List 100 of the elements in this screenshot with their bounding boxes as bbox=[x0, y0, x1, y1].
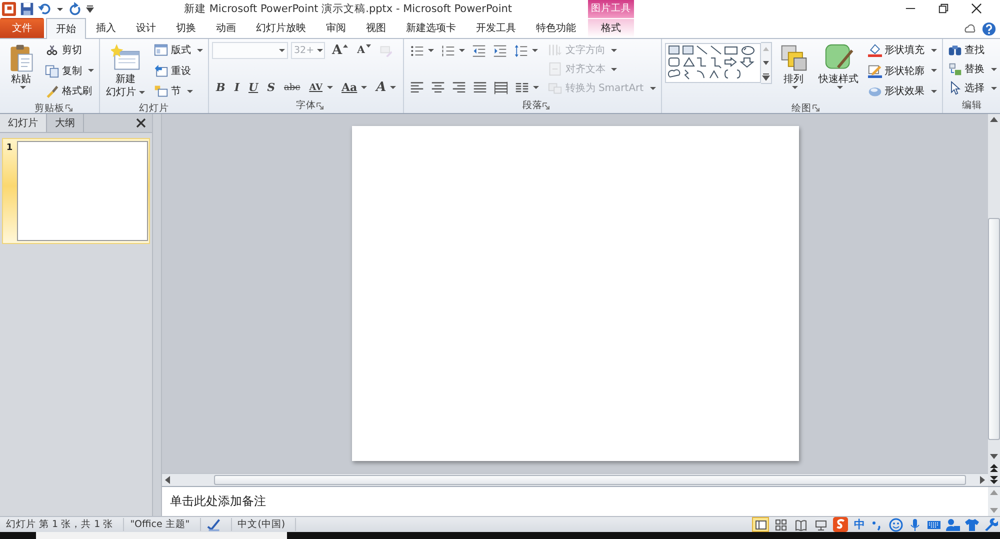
dialog-launcher-icon[interactable] bbox=[542, 102, 550, 110]
ribbon-button[interactable]: 形状效果 bbox=[866, 82, 939, 100]
close-icon[interactable] bbox=[971, 3, 982, 14]
input-method-logo-icon[interactable] bbox=[832, 517, 849, 532]
arrow-down-icon bbox=[366, 44, 371, 48]
shapes-gallery[interactable] bbox=[664, 42, 761, 84]
copy-icon bbox=[45, 64, 59, 78]
line-spacing-icon bbox=[514, 44, 528, 58]
ribbon-tab[interactable]: 设计 bbox=[126, 18, 166, 38]
ribbon-button[interactable]: 选择 bbox=[946, 80, 999, 97]
spellcheck-icon[interactable] bbox=[206, 518, 221, 532]
ribbon-tab[interactable]: 切换 bbox=[166, 18, 206, 38]
ribbon-button[interactable]: 形状轮廓 bbox=[866, 62, 939, 80]
group-label: 字体 bbox=[296, 99, 316, 112]
ribbon-button[interactable]: 格式刷 bbox=[43, 82, 94, 100]
pane-tab[interactable]: 大纲 bbox=[47, 114, 84, 132]
caret-icon bbox=[361, 86, 368, 90]
caret-icon bbox=[279, 49, 285, 52]
status-text: 中文(中国) bbox=[232, 518, 296, 532]
format-button[interactable]: AV bbox=[305, 78, 336, 97]
slide-thumbnail-row[interactable]: 1 bbox=[2, 138, 150, 244]
close-icon[interactable] bbox=[136, 118, 146, 128]
ribbon-button[interactable]: 重设 bbox=[152, 62, 193, 80]
user-icon[interactable] bbox=[946, 518, 960, 532]
numbering-icon bbox=[441, 44, 456, 58]
group-label: 编辑 bbox=[962, 99, 982, 112]
ribbon-button[interactable]: 替换 bbox=[946, 60, 999, 78]
undo-icon[interactable] bbox=[38, 2, 52, 16]
caret-icon bbox=[533, 86, 540, 90]
dialog-launcher-icon[interactable] bbox=[812, 104, 820, 112]
ribbon-tab[interactable]: 动画 bbox=[206, 18, 246, 38]
ribbon-tab[interactable]: 开发工具 bbox=[466, 18, 526, 38]
ribbon-tab[interactable]: 幻灯片放映 bbox=[246, 18, 316, 38]
ribbon-tab[interactable]: 文件 bbox=[0, 18, 44, 38]
caret-icon bbox=[390, 86, 396, 90]
save-icon[interactable] bbox=[20, 2, 34, 16]
ribbon-button[interactable]: 复制 bbox=[43, 62, 96, 80]
columns-icon bbox=[515, 80, 530, 95]
ribbon-button[interactable]: 新建 幻灯片 bbox=[103, 42, 148, 100]
format-button[interactable]: S bbox=[263, 78, 280, 97]
smiley-icon[interactable] bbox=[889, 518, 903, 532]
scrollbar-thumb[interactable] bbox=[214, 475, 966, 486]
ribbon-button[interactable]: 形状填充 bbox=[866, 42, 939, 59]
format-button[interactable]: A bbox=[372, 78, 400, 97]
input-mode-toggle[interactable]: 中 bbox=[854, 517, 865, 532]
ribbon-tab[interactable]: 新建选项卡 bbox=[396, 18, 466, 38]
caret-icon bbox=[139, 90, 145, 94]
dialog-launcher-icon[interactable] bbox=[316, 102, 324, 110]
ribbon-tab[interactable]: 格式 bbox=[588, 18, 634, 38]
align-text-icon bbox=[548, 62, 562, 76]
pane-tab[interactable]: 幻灯片 bbox=[0, 114, 47, 132]
ribbon-button[interactable]: 版式 bbox=[152, 42, 205, 59]
customize-menu-icon[interactable] bbox=[86, 4, 94, 13]
format-button[interactable]: U bbox=[244, 78, 262, 97]
format-button[interactable]: Aa bbox=[338, 78, 372, 97]
caret-icon bbox=[459, 49, 466, 52]
ribbon-tab[interactable]: 插入 bbox=[86, 18, 126, 38]
microphone-icon[interactable] bbox=[908, 518, 922, 532]
dialog-launcher-icon[interactable] bbox=[64, 104, 72, 112]
restore-icon[interactable] bbox=[938, 3, 949, 14]
scroll-down-icon[interactable] bbox=[762, 58, 770, 67]
replace-icon bbox=[948, 62, 962, 76]
status-text: 幻灯片 第 1 张，共 1 张 bbox=[0, 518, 124, 532]
ribbon-button[interactable]: 快速样式 bbox=[816, 42, 862, 100]
group-label: 段落 bbox=[522, 99, 542, 112]
caret-icon bbox=[88, 69, 94, 72]
caret-icon bbox=[187, 90, 193, 93]
wrench-icon[interactable] bbox=[984, 518, 998, 532]
scrollbar-thumb[interactable] bbox=[988, 218, 1000, 440]
redo-icon[interactable] bbox=[68, 2, 82, 16]
format-button[interactable]: B bbox=[212, 78, 230, 97]
ribbon-tab[interactable]: 视图 bbox=[356, 18, 396, 38]
group-label: 绘图 bbox=[792, 102, 812, 115]
align-center-icon bbox=[431, 80, 446, 95]
ribbon-button[interactable]: 排列 bbox=[776, 42, 812, 100]
ribbon-button[interactable]: 粘贴 bbox=[3, 42, 39, 100]
shrink-font-button[interactable]: A bbox=[353, 42, 375, 60]
slide-number: 1 bbox=[5, 142, 14, 153]
contextual-tab-header: 图片工具 bbox=[588, 0, 634, 18]
format-button[interactable]: I bbox=[230, 78, 244, 97]
ribbon-button[interactable]: 查找 bbox=[946, 42, 987, 59]
caret-icon bbox=[20, 86, 26, 89]
ribbon-tab[interactable]: 特色功能 bbox=[526, 18, 586, 38]
increase-indent-icon bbox=[493, 44, 508, 58]
decrease-indent-icon bbox=[472, 44, 486, 58]
ribbon-button[interactable]: 节 bbox=[152, 82, 195, 100]
caret-icon bbox=[930, 48, 937, 52]
justify-icon bbox=[473, 80, 488, 95]
grow-font-button[interactable]: A bbox=[328, 42, 352, 60]
more-icon[interactable] bbox=[762, 72, 770, 81]
ribbon-tab[interactable]: 开始 bbox=[46, 18, 86, 39]
slide-thumbnail[interactable] bbox=[17, 140, 148, 241]
view-button[interactable] bbox=[752, 517, 769, 532]
help-icon[interactable] bbox=[982, 22, 996, 36]
caret-icon bbox=[317, 49, 324, 52]
format-button[interactable]: abc bbox=[280, 78, 304, 97]
ribbon-tab[interactable]: 审阅 bbox=[316, 18, 356, 38]
notes-prompt: 单击此处添加备注 bbox=[169, 493, 267, 510]
shirt-icon[interactable] bbox=[965, 518, 979, 532]
ribbon-button[interactable]: 剪切 bbox=[43, 42, 84, 59]
